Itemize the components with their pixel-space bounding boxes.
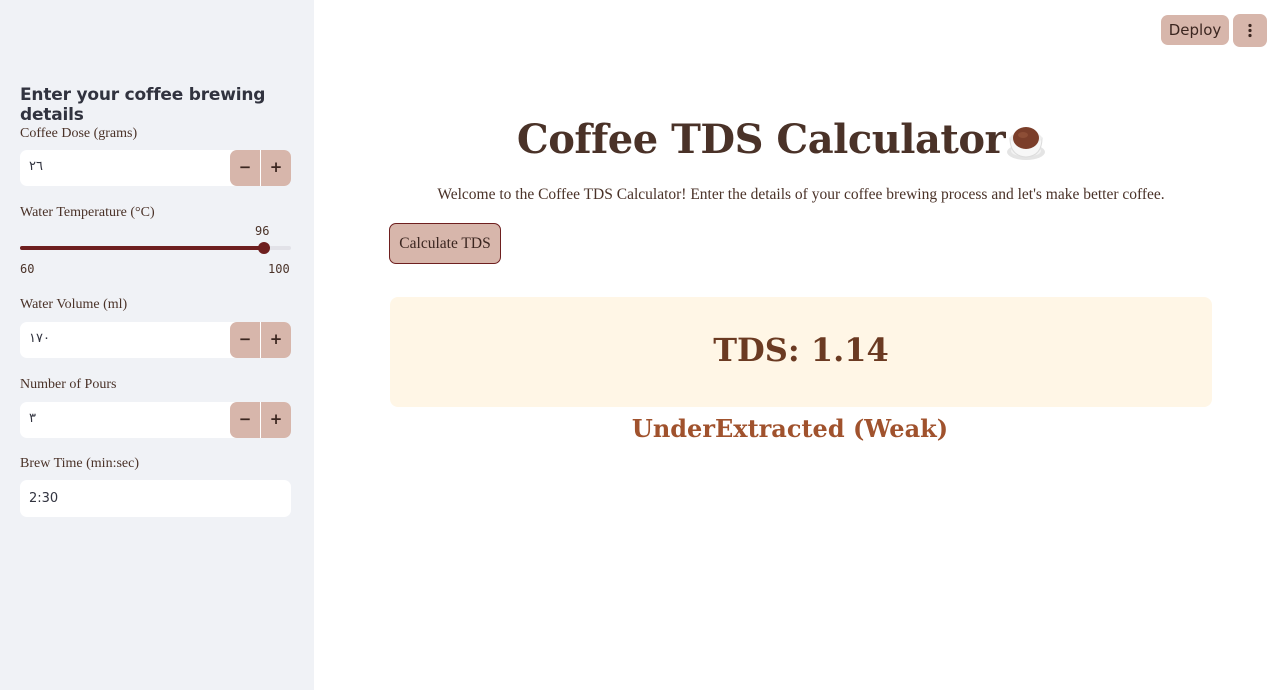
water-volume-input[interactable]: ١٧٠ − +	[20, 322, 291, 358]
brew-time-field[interactable]	[20, 480, 291, 517]
brew-time-label: Brew Time (min:sec)	[20, 456, 139, 471]
slider-thumb[interactable]	[257, 242, 270, 254]
pours-label: Number of Pours	[20, 377, 117, 392]
vertical-ellipsis-icon	[1248, 23, 1252, 38]
coffee-dose-decrement-button[interactable]: −	[230, 150, 260, 186]
tds-result: TDS: 1.14	[713, 331, 889, 369]
brew-time-input[interactable]	[20, 480, 291, 517]
extraction-status: UnderExtracted (Weak)	[631, 414, 949, 443]
sidebar-heading: Enter your coffee brewing details	[20, 85, 266, 125]
main-menu-button[interactable]	[1233, 14, 1267, 47]
result-box: TDS: 1.14	[390, 297, 1212, 407]
slider-max-label: 100	[268, 262, 290, 276]
pours-value[interactable]: ٣	[29, 411, 36, 426]
coffee-dose-input[interactable]: ٢٦ − +	[20, 150, 291, 186]
calculate-tds-button[interactable]: Calculate TDS	[389, 223, 501, 264]
water-temperature-slider[interactable]	[20, 242, 291, 254]
water-volume-increment-button[interactable]: +	[261, 322, 291, 358]
pours-decrement-button[interactable]: −	[230, 402, 260, 438]
water-volume-value[interactable]: ١٧٠	[29, 331, 50, 346]
water-volume-decrement-button[interactable]: −	[230, 322, 260, 358]
page-title-text: Coffee TDS Calculator	[516, 116, 1006, 163]
deploy-button[interactable]: Deploy	[1161, 15, 1229, 45]
coffee-dose-increment-button[interactable]: +	[261, 150, 291, 186]
water-temperature-value: 96	[255, 224, 270, 238]
sidebar: Enter your coffee brewing details Coffee…	[0, 0, 314, 690]
coffee-dose-value[interactable]: ٢٦	[29, 159, 43, 174]
water-temperature-label: Water Temperature (°C)	[20, 205, 155, 220]
pours-increment-button[interactable]: +	[261, 402, 291, 438]
slider-fill	[20, 246, 264, 250]
water-volume-label: Water Volume (ml)	[20, 297, 128, 312]
slider-min-label: 60	[20, 262, 35, 276]
pours-input[interactable]: ٣ − +	[20, 402, 291, 438]
coffee-dose-label: Coffee Dose (grams)	[20, 126, 138, 141]
coffee-cup-icon	[1007, 127, 1045, 160]
welcome-text: Welcome to the Coffee TDS Calculator! En…	[437, 186, 1165, 203]
page-title: Coffee TDS Calculator	[390, 116, 1212, 163]
